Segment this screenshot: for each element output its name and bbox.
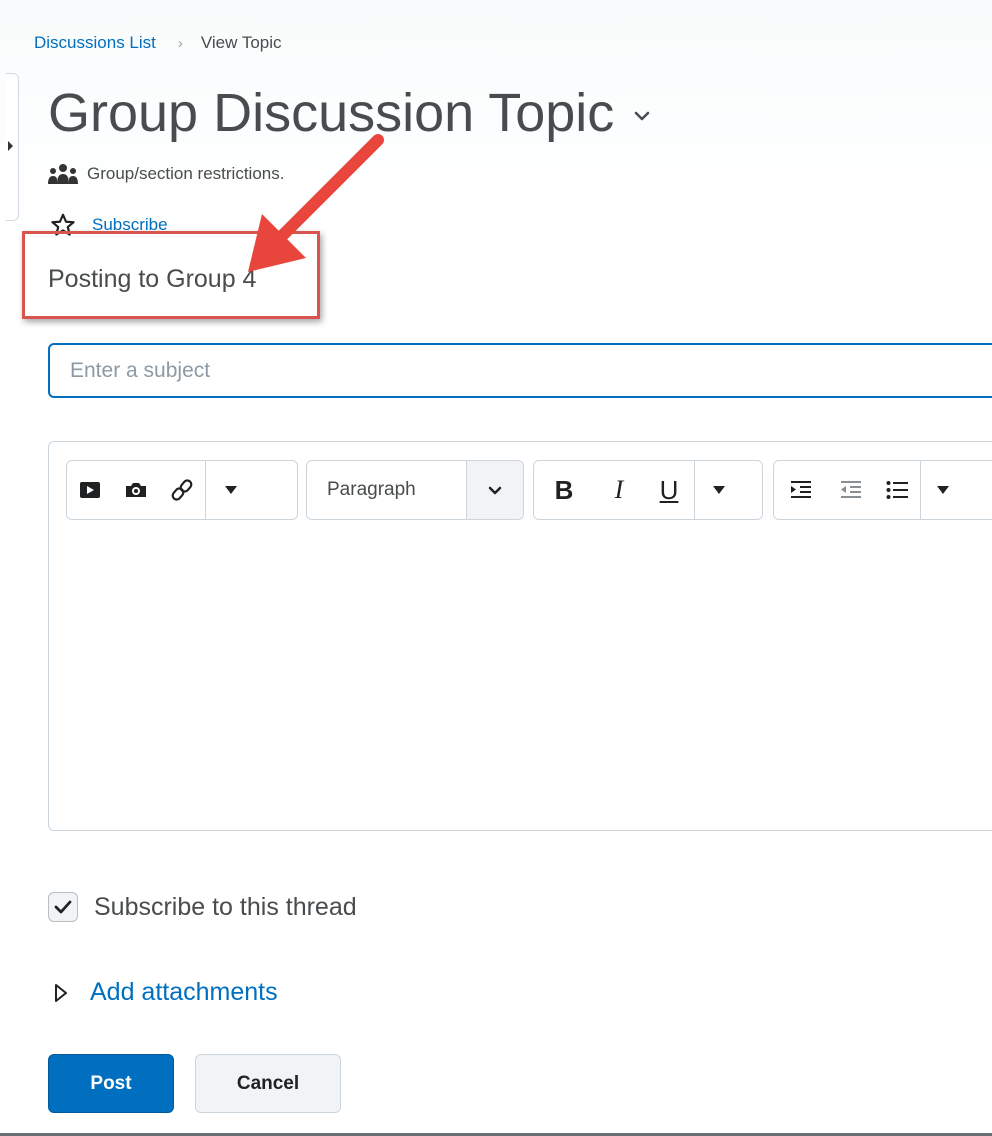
indent-icon xyxy=(791,481,811,498)
caret-down-icon xyxy=(225,486,237,494)
bullet-list-icon xyxy=(886,481,908,499)
italic-button[interactable]: I xyxy=(594,461,644,519)
toolbar-insert-group xyxy=(66,460,298,520)
chevron-down-icon[interactable] xyxy=(634,108,650,126)
breadcrumb-discussions-list[interactable]: Discussions List xyxy=(34,33,156,52)
insert-more-dropdown[interactable] xyxy=(206,461,256,519)
cancel-button[interactable]: Cancel xyxy=(195,1054,341,1113)
camera-icon xyxy=(126,483,146,497)
breadcrumb: Discussions List › View Topic xyxy=(34,33,282,53)
video-icon xyxy=(80,482,100,498)
caret-down-icon xyxy=(937,486,949,494)
toolbar-list-group xyxy=(773,460,992,520)
checkmark-icon xyxy=(54,900,72,914)
posting-to-group: Posting to Group 4 xyxy=(48,265,257,293)
insert-image-button[interactable] xyxy=(113,461,159,519)
outdent-icon xyxy=(841,481,861,498)
subscribe-thread-label[interactable]: Subscribe to this thread xyxy=(94,893,357,922)
toolbar-style-group: B I U xyxy=(533,460,763,520)
toolbar-format-group: Paragraph xyxy=(306,460,524,520)
breadcrumb-current: View Topic xyxy=(200,33,282,52)
page-title: Group Discussion Topic xyxy=(48,83,615,143)
bold-button[interactable]: B xyxy=(534,461,594,519)
rich-text-editor[interactable]: Paragraph B I U xyxy=(48,441,992,831)
outdent-button[interactable] xyxy=(828,461,874,519)
paragraph-format-select[interactable]: Paragraph xyxy=(307,461,523,519)
style-more-dropdown[interactable] xyxy=(695,461,743,519)
caret-right-icon xyxy=(8,141,13,151)
insert-video-button[interactable] xyxy=(67,461,113,519)
bullet-list-button[interactable] xyxy=(874,461,920,519)
post-button[interactable]: Post xyxy=(48,1054,174,1113)
breadcrumb-separator-icon: › xyxy=(177,35,183,52)
side-panel-toggle[interactable] xyxy=(6,73,19,221)
restriction-text: Group/section restrictions. xyxy=(87,164,285,183)
list-more-dropdown[interactable] xyxy=(921,461,965,519)
format-select-value: Paragraph xyxy=(327,479,416,500)
caret-down-icon xyxy=(713,486,725,494)
triangle-right-icon xyxy=(55,983,67,1002)
group-restriction-notice: Group/section restrictions. xyxy=(47,163,284,185)
title-row: Group Discussion Topic xyxy=(48,80,650,146)
add-attachments-link[interactable]: Add attachments xyxy=(90,978,278,1007)
insert-link-button[interactable] xyxy=(159,461,205,519)
underline-button[interactable]: U xyxy=(644,461,694,519)
subscribe-thread-checkbox[interactable] xyxy=(48,892,78,922)
subscribe-thread-option: Subscribe to this thread xyxy=(48,892,357,922)
add-attachments-toggle[interactable]: Add attachments xyxy=(54,978,278,1007)
chevron-down-icon xyxy=(466,461,523,519)
subject-input[interactable] xyxy=(48,343,992,398)
indent-button[interactable] xyxy=(774,461,828,519)
link-icon xyxy=(171,479,193,501)
group-icon xyxy=(48,164,78,184)
